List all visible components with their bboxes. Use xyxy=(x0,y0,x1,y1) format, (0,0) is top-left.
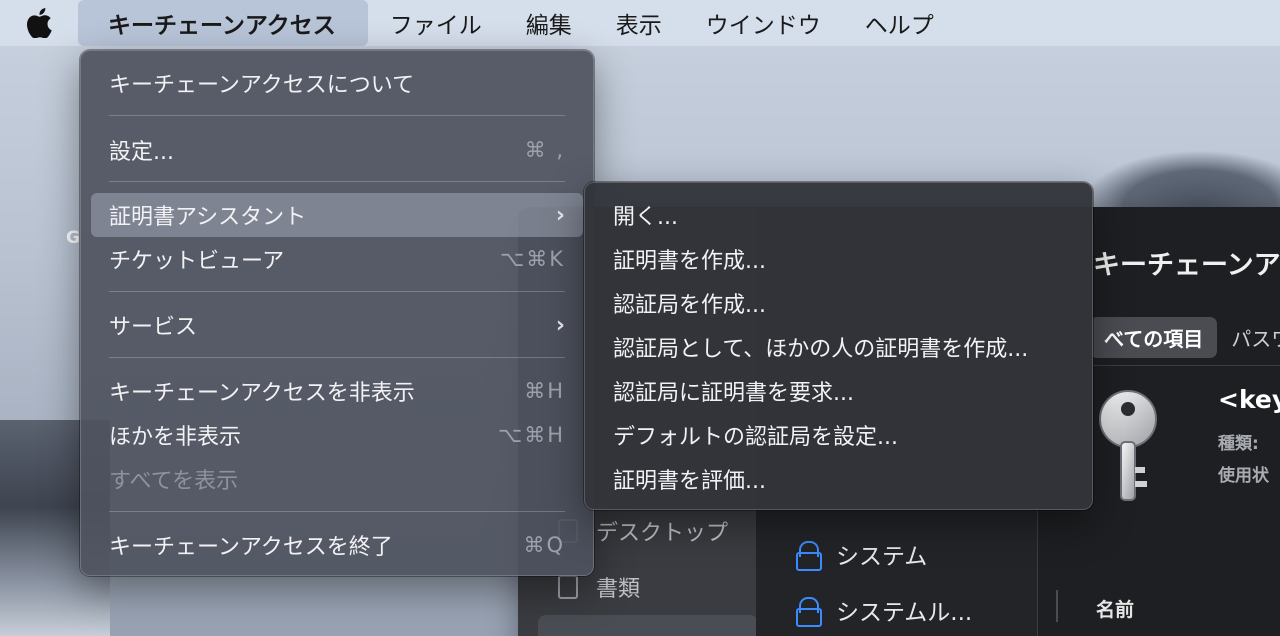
menu-help[interactable]: ヘルプ xyxy=(843,0,956,46)
submenu-item-create-ca[interactable]: 認証局を作成... xyxy=(595,281,1082,325)
menu-item-about[interactable]: キーチェーンアクセスについて xyxy=(91,61,583,105)
menu-item-label: 証明書アシスタント xyxy=(109,205,307,230)
tab-all-items[interactable]: べての項目 xyxy=(1090,317,1218,358)
menu-window[interactable]: ウインドウ xyxy=(684,0,843,46)
menu-item-ticket-viewer[interactable]: チケットビューア ⌥⌘K xyxy=(91,237,583,281)
shortcut-label: ⌥⌘K xyxy=(500,247,565,271)
menu-item-quit[interactable]: キーチェーンアクセスを終了 ⌘Q xyxy=(91,523,583,567)
menu-separator xyxy=(109,511,565,512)
keychain-label: システム xyxy=(836,544,928,570)
item-name: <key xyxy=(1218,385,1280,414)
shortcut-label: ⌘ , xyxy=(524,138,565,162)
menu-item-label: チケットビューア xyxy=(109,249,285,274)
menu-separator xyxy=(109,291,565,292)
menu-item-hide-app[interactable]: キーチェーンアクセスを非表示 ⌘H xyxy=(91,369,583,413)
menu-item-label: ほかを非表示 xyxy=(109,425,242,450)
keychain-item-system-roots[interactable]: システムル... xyxy=(796,593,972,627)
menu-item-hide-others[interactable]: ほかを非表示 ⌥⌘H xyxy=(91,413,583,457)
menu-item-show-all: すべてを表示 xyxy=(91,457,583,501)
chevron-right-icon: › xyxy=(555,202,565,228)
menu-keychain-access[interactable]: キーチェーンアクセス xyxy=(78,0,368,46)
item-kind-label: 種類: xyxy=(1218,434,1259,454)
menu-item-label: キーチェーンアクセスを終了 xyxy=(109,535,393,560)
chevron-right-icon: › xyxy=(555,312,565,338)
submenu-item-evaluate-certificate[interactable]: 証明書を評価... xyxy=(595,457,1082,501)
submenu-item-create-cert-for-others[interactable]: 認証局として、ほかの人の証明書を作成... xyxy=(595,325,1082,369)
menu-edit[interactable]: 編集 xyxy=(504,0,594,46)
menu-item-certificate-assistant[interactable]: 証明書アシスタント › xyxy=(91,193,583,237)
certificate-assistant-submenu: 開く... 証明書を作成... 認証局を作成... 認証局として、ほかの人の証明… xyxy=(584,182,1093,510)
menu-file[interactable]: ファイル xyxy=(368,0,504,46)
category-tabs: べての項目 パスワ xyxy=(1090,317,1280,358)
shortcut-label: ⌘H xyxy=(524,379,565,403)
app-menu-dropdown: キーチェーンアクセスについて 設定... ⌘ , 証明書アシスタント › チケッ… xyxy=(80,50,594,576)
sidebar-item-selected[interactable] xyxy=(538,615,758,636)
menu-separator xyxy=(109,181,565,182)
shortcut-label: ⌘Q xyxy=(523,533,565,557)
menu-item-label: サービス xyxy=(109,315,198,340)
menu-bar: キーチェーンアクセス ファイル 編集 表示 ウインドウ ヘルプ xyxy=(0,0,1280,46)
menu-item-label: キーチェーンアクセスを非表示 xyxy=(109,381,415,406)
apple-icon xyxy=(27,8,52,38)
submenu-item-create-certificate[interactable]: 証明書を作成... xyxy=(595,237,1082,281)
keychain-item-system[interactable]: システム xyxy=(796,537,927,571)
shortcut-label: ⌥⌘H xyxy=(498,423,565,447)
menu-separator xyxy=(109,357,565,358)
lock-cabinet-icon xyxy=(796,597,822,627)
menu-item-label: すべてを表示 xyxy=(109,469,239,494)
desktop-icon-label[interactable]: G xyxy=(66,228,80,248)
menu-separator xyxy=(109,115,565,116)
window-title: キーチェーンアク xyxy=(1093,250,1280,281)
menu-item-services[interactable]: サービス › xyxy=(91,303,583,347)
submenu-item-open[interactable]: 開く... xyxy=(595,193,1082,237)
menu-item-label: キーチェーンアクセスについて xyxy=(109,73,415,98)
sidebar-item-label: 書類 xyxy=(596,577,641,602)
menu-view[interactable]: 表示 xyxy=(594,0,684,46)
submenu-item-request-from-ca[interactable]: 認証局に証明書を要求... xyxy=(595,369,1082,413)
menu-item-label: 設定... xyxy=(109,140,174,165)
key-icon xyxy=(1093,387,1163,511)
tab-passwords[interactable]: パスワ xyxy=(1217,317,1280,358)
column-header-name[interactable]: 名前 xyxy=(1096,595,1134,622)
sidebar-item-label: デスクトップ xyxy=(596,521,729,546)
document-icon xyxy=(558,575,578,599)
apple-menu[interactable] xyxy=(0,0,78,46)
keychain-label: システムル... xyxy=(836,600,973,626)
column-divider xyxy=(1056,590,1058,622)
submenu-item-set-default-ca[interactable]: デフォルトの認証局を設定... xyxy=(595,413,1082,457)
item-usage-label: 使用状 xyxy=(1218,466,1269,486)
menu-item-settings[interactable]: 設定... ⌘ , xyxy=(91,128,583,172)
lock-icon xyxy=(796,541,822,571)
